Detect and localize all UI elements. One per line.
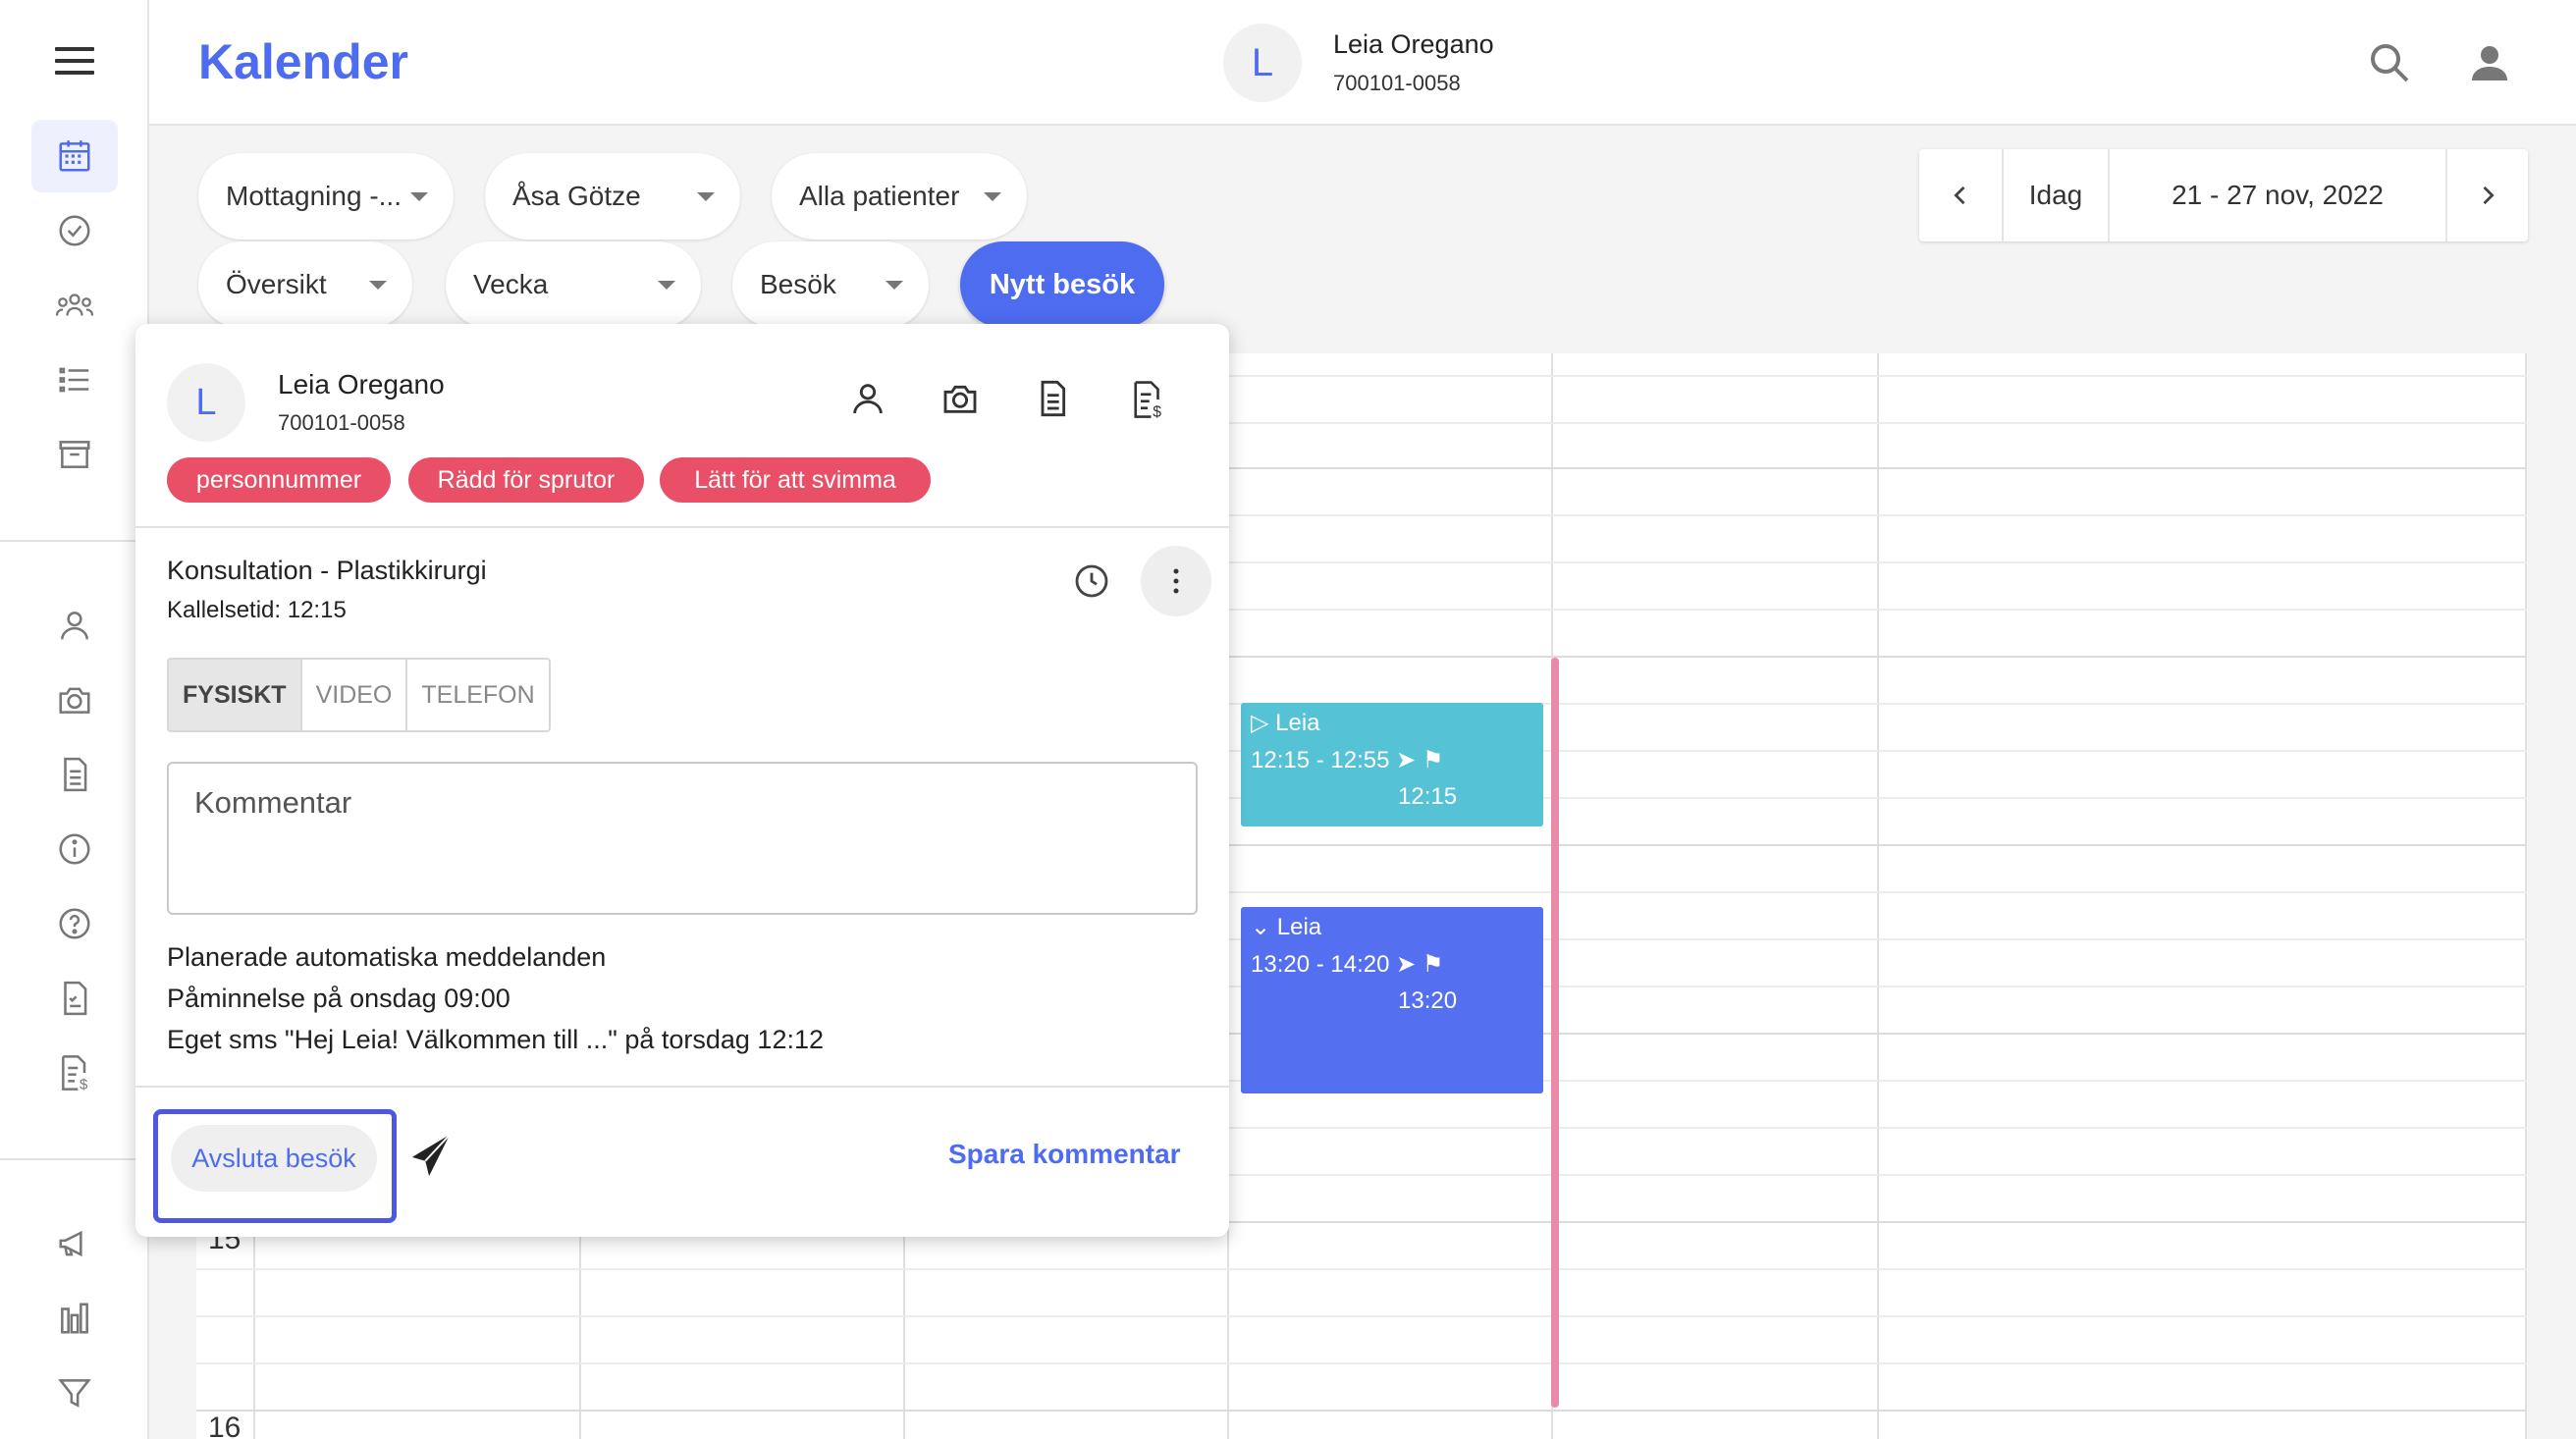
caret-down-icon [369, 281, 387, 290]
invoice-icon[interactable]: $ [1127, 379, 1168, 425]
patient-avatar[interactable]: L [167, 363, 245, 442]
scheduled-message: Eget sms "Hej Leia! Välkommen till ..." … [167, 1025, 824, 1054]
bar-chart-icon[interactable] [31, 1282, 118, 1355]
patient-id: 700101-0058 [1333, 71, 1461, 95]
top-bar: Kalender L Leia Oregano 700101-0058 [149, 0, 2576, 126]
calendar-icon[interactable] [31, 120, 118, 192]
invoice-icon[interactable]: $ [31, 1037, 118, 1109]
mode-phone[interactable]: TELEFON [407, 660, 548, 730]
mode-video[interactable]: VIDEO [302, 660, 408, 730]
scheduled-message: Påminnelse på onsdag 09:00 [167, 984, 510, 1013]
group-icon[interactable] [31, 269, 118, 342]
caret-down-icon [410, 192, 428, 201]
person-icon[interactable] [848, 379, 887, 423]
patients-dropdown-value: Alla patienter [799, 181, 960, 211]
event-time: 12:15 - 12:55 [1251, 747, 1390, 773]
svg-text:$: $ [1153, 404, 1161, 421]
highlight-box [153, 1109, 397, 1223]
practitioner-dropdown[interactable]: Åsa Götze [485, 153, 740, 240]
person-icon[interactable] [31, 589, 118, 662]
megaphone-icon[interactable] [31, 1207, 118, 1280]
patient-avatar[interactable]: L [1223, 24, 1302, 102]
svg-text:$: $ [80, 1077, 88, 1093]
event-time: 13:20 - 14:20 [1251, 951, 1390, 978]
help-icon[interactable] [31, 887, 118, 960]
event-callout: 13:20 [1398, 987, 1458, 1014]
current-time-indicator [1551, 658, 1559, 1408]
today-button[interactable]: Idag [2004, 149, 2110, 241]
clock-icon[interactable] [1072, 561, 1111, 606]
sidebar-divider [0, 540, 149, 542]
account-icon[interactable] [2466, 39, 2513, 91]
play-icon: ▷ [1251, 710, 1269, 736]
divider [135, 526, 1229, 528]
clinic-dropdown[interactable]: Mottagning -... [198, 153, 454, 240]
view-dropdown[interactable]: Översikt [198, 241, 412, 328]
cursor-icon [408, 1131, 454, 1185]
visit-type: Konsultation - Plastikkirurgi [167, 556, 487, 585]
flag-icon: ⚑ [1422, 747, 1444, 773]
flag-icon: ⚑ [1422, 951, 1444, 978]
chevron-left-icon [1954, 186, 1965, 205]
patient-name[interactable]: Leia Oregano [1333, 29, 1494, 60]
filter-icon[interactable] [31, 1357, 118, 1429]
more-options-button[interactable] [1141, 546, 1211, 616]
send-icon: ➤ [1396, 951, 1417, 978]
search-icon[interactable] [2366, 39, 2413, 91]
callout-time: Kallelsetid: 12:15 [167, 597, 347, 623]
caret-down-icon [697, 192, 715, 201]
check-circle-icon[interactable] [31, 194, 118, 267]
mode-physical[interactable]: FYSISKT [169, 660, 302, 730]
patient-id: 700101-0058 [278, 410, 405, 435]
patient-tag[interactable]: Rädd för sprutor [408, 457, 644, 503]
report-icon[interactable] [31, 962, 118, 1035]
patient-tag[interactable]: personnummer [167, 457, 391, 503]
practitioner-dropdown-value: Åsa Götze [512, 181, 641, 211]
caret-down-icon [984, 192, 1001, 201]
hour-label-16: 16 [208, 1412, 242, 1439]
document-icon[interactable] [1033, 379, 1072, 423]
event-callout: 12:15 [1398, 783, 1458, 810]
menu-icon[interactable] [55, 47, 94, 82]
sidebar-divider [0, 1158, 149, 1160]
caret-down-icon [886, 281, 903, 290]
period-dropdown[interactable]: Vecka [446, 241, 701, 328]
chevron-right-icon [2483, 186, 2495, 205]
visit-popup: L Leia Oregano 700101-0058 $ personnumme… [135, 324, 1229, 1237]
patient-tag[interactable]: Lätt för att svimma [660, 457, 931, 503]
type-dropdown[interactable]: Besök [732, 241, 929, 328]
new-visit-button[interactable]: Nytt besök [960, 241, 1164, 328]
view-dropdown-value: Översikt [226, 269, 327, 299]
patients-dropdown[interactable]: Alla patienter [772, 153, 1027, 240]
camera-icon[interactable] [939, 379, 982, 423]
calendar-event[interactable]: ▷ Leia 12:15 - 12:55 ➤ ⚑ 12:15 [1241, 703, 1543, 826]
sidebar: $ [0, 0, 149, 1439]
comment-field[interactable]: Kommentar [167, 762, 1198, 915]
event-name: Leia [1275, 710, 1320, 736]
period-dropdown-value: Vecka [473, 269, 549, 299]
next-week-button[interactable] [2447, 149, 2528, 241]
prev-week-button[interactable] [1919, 149, 2004, 241]
archive-icon[interactable] [31, 418, 118, 491]
send-icon: ➤ [1396, 747, 1417, 773]
page-title: Kalender [198, 34, 408, 89]
calendar-event[interactable]: ⌄ Leia 13:20 - 14:20 ➤ ⚑ 13:20 [1241, 907, 1543, 1093]
list-icon[interactable] [31, 344, 118, 416]
document-icon[interactable] [31, 738, 118, 811]
camera-icon[interactable] [31, 664, 118, 736]
messages-title: Planerade automatiska meddelanden [167, 942, 607, 972]
patient-name[interactable]: Leia Oregano [278, 369, 445, 400]
clinic-dropdown-value: Mottagning -... [226, 181, 402, 211]
visit-mode-toggle: FYSISKT VIDEO TELEFON [167, 658, 551, 732]
date-range: 21 - 27 nov, 2022 [2110, 149, 2447, 241]
event-name: Leia [1276, 914, 1322, 940]
type-dropdown-value: Besök [760, 269, 836, 299]
info-icon[interactable] [31, 813, 118, 885]
caret-down-icon [658, 281, 675, 290]
save-comment-button[interactable]: Spara kommentar [948, 1139, 1181, 1170]
divider [135, 1086, 1229, 1088]
chevron-down-icon: ⌄ [1251, 914, 1271, 940]
more-vertical-icon [1173, 568, 1179, 594]
date-navigator: Idag 21 - 27 nov, 2022 [1919, 149, 2528, 241]
